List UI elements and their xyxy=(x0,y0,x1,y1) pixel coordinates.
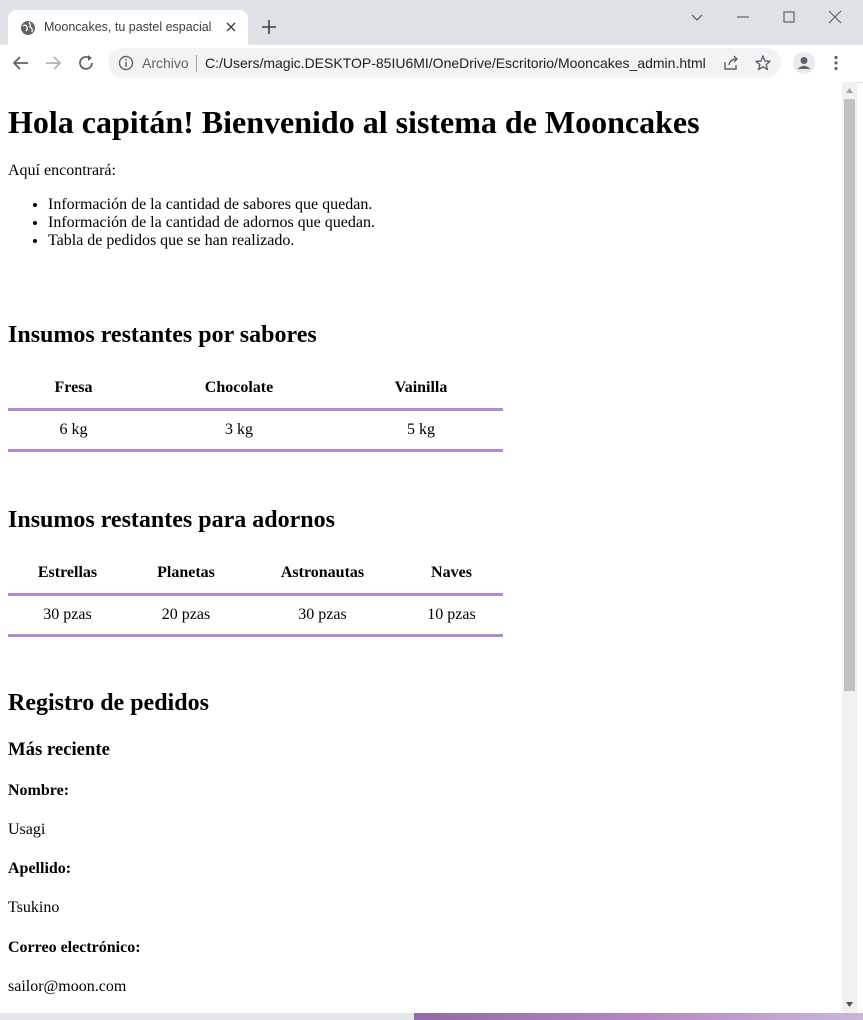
table-cell: 5 kg xyxy=(339,409,503,452)
table-row: 6 kg 3 kg 5 kg xyxy=(8,409,503,452)
menu-dots-icon[interactable] xyxy=(827,54,845,72)
forward-arrow-icon[interactable] xyxy=(43,53,63,73)
decorations-heading: Insumos restantes para adornos xyxy=(8,507,335,533)
desktop-background xyxy=(0,1013,863,1020)
table-header-row: Fresa Chocolate Vainilla xyxy=(8,368,503,411)
reload-icon[interactable] xyxy=(76,53,96,73)
profile-avatar[interactable] xyxy=(793,52,815,74)
table-cell: 10 pzas xyxy=(400,594,503,637)
close-window-icon[interactable] xyxy=(826,9,844,25)
browser-toolbar: Archivo C:/Users/magic.DESKTOP-85IU6MI/O… xyxy=(0,45,863,83)
browser-tab[interactable]: Mooncakes, tu pastel espacial xyxy=(8,10,248,45)
table-header: Astronautas xyxy=(245,553,400,596)
scroll-up-arrow-icon[interactable] xyxy=(845,86,854,95)
list-item: Tabla de pedidos que se han realizado. xyxy=(48,232,375,250)
email-value: sailor@moon.com xyxy=(8,978,127,995)
globe-icon xyxy=(21,21,35,35)
orders-heading: Registro de pedidos xyxy=(8,690,209,716)
browser-window: Mooncakes, tu pastel espacial Archivo C:… xyxy=(0,0,863,1013)
back-arrow-icon[interactable] xyxy=(11,53,31,73)
table-header: Vainilla xyxy=(339,368,503,411)
table-cell: 30 pzas xyxy=(8,594,127,637)
name-label: Nombre: xyxy=(8,782,70,799)
intro-text: Aquí encontrará: xyxy=(8,162,116,179)
address-separator xyxy=(196,55,197,72)
features-list: Información de la cantidad de sabores qu… xyxy=(8,196,375,250)
table-header: Naves xyxy=(400,553,503,596)
list-item: Información de la cantidad de adornos qu… xyxy=(48,214,375,232)
email-label: Correo electrónico: xyxy=(8,939,141,956)
surname-label: Apellido: xyxy=(8,860,72,877)
table-header: Planetas xyxy=(127,553,245,596)
share-icon[interactable] xyxy=(722,54,740,72)
table-header: Estrellas xyxy=(8,553,127,596)
surname-value: Tsukino xyxy=(8,899,60,916)
table-header: Chocolate xyxy=(139,368,339,411)
person-icon xyxy=(797,57,811,69)
scroll-down-arrow-icon[interactable] xyxy=(845,1000,854,1009)
table-cell: 20 pzas xyxy=(127,594,245,637)
tab-strip: Mooncakes, tu pastel espacial xyxy=(0,0,863,45)
vertical-scrollbar[interactable] xyxy=(842,82,857,1013)
close-tab-icon[interactable] xyxy=(222,18,240,36)
tab-title: Mooncakes, tu pastel espacial xyxy=(44,20,212,34)
url-text[interactable]: C:/Users/magic.DESKTOP-85IU6MI/OneDrive/… xyxy=(205,55,706,71)
tab-search-chevron-icon[interactable] xyxy=(688,9,706,25)
table-header-row: Estrellas Planetas Astronautas Naves xyxy=(8,553,503,596)
info-icon[interactable] xyxy=(118,55,134,71)
table-row: 30 pzas 20 pzas 30 pzas 10 pzas xyxy=(8,594,503,637)
table-cell: 3 kg xyxy=(139,409,339,452)
table-cell: 30 pzas xyxy=(245,594,400,637)
scheme-label: Archivo xyxy=(142,55,189,71)
maximize-icon[interactable] xyxy=(780,9,798,25)
minimize-icon[interactable] xyxy=(734,9,752,25)
new-tab-icon[interactable] xyxy=(260,18,278,36)
table-header: Fresa xyxy=(8,368,139,411)
flavors-heading: Insumos restantes por sabores xyxy=(8,322,317,348)
decorations-table: Estrellas Planetas Astronautas Naves 30 … xyxy=(8,553,503,637)
orders-subheading: Más reciente xyxy=(8,739,110,760)
address-bar[interactable]: Archivo C:/Users/magic.DESKTOP-85IU6MI/O… xyxy=(108,48,781,78)
flavors-table: Fresa Chocolate Vainilla 6 kg 3 kg 5 kg xyxy=(8,368,503,452)
list-item: Información de la cantidad de sabores qu… xyxy=(48,196,375,214)
bookmark-star-icon[interactable] xyxy=(754,54,772,72)
name-value: Usagi xyxy=(8,821,46,838)
page-title: Hola capitán! Bienvenido al sistema de M… xyxy=(8,104,700,140)
page-content: Hola capitán! Bienvenido al sistema de M… xyxy=(0,82,842,1013)
table-cell: 6 kg xyxy=(8,409,139,452)
scrollbar-thumb[interactable] xyxy=(844,99,855,691)
